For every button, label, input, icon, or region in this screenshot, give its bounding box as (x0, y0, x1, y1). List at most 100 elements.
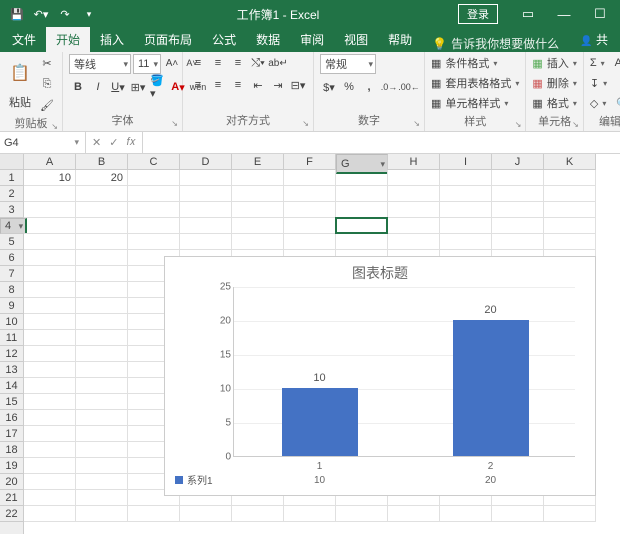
cell[interactable] (24, 410, 76, 426)
cell[interactable] (76, 314, 128, 330)
align-middle-icon[interactable]: ≡ (209, 54, 227, 72)
cell[interactable] (232, 218, 284, 234)
cell[interactable] (128, 506, 180, 522)
cell[interactable] (492, 202, 544, 218)
ribbon-options-icon[interactable]: ▭ (512, 6, 544, 22)
format-painter-icon[interactable]: 🖌 (38, 96, 56, 114)
cell[interactable] (440, 506, 492, 522)
cell[interactable] (76, 426, 128, 442)
row-header[interactable]: 19 (0, 458, 23, 474)
cell[interactable] (544, 218, 596, 234)
cell[interactable] (24, 474, 76, 490)
chart-bar[interactable]: 20 (453, 320, 529, 456)
find-icon[interactable]: 🔍 (616, 97, 620, 110)
cell[interactable] (128, 234, 180, 250)
fill-color-icon[interactable]: 🪣▾ (149, 78, 167, 96)
cell[interactable] (24, 378, 76, 394)
row-header[interactable]: 9 (0, 298, 23, 314)
cell[interactable] (24, 442, 76, 458)
cell[interactable] (24, 218, 76, 234)
cell[interactable] (24, 490, 76, 506)
cell[interactable]: 10 (24, 170, 76, 186)
cell[interactable] (76, 218, 128, 234)
increase-indent-icon[interactable]: ⇥ (269, 76, 287, 94)
cell[interactable] (24, 202, 76, 218)
share-button[interactable]: 👤 共 (574, 27, 614, 52)
chart-bar[interactable]: 10 (282, 388, 358, 456)
cell[interactable] (492, 234, 544, 250)
column-header[interactable]: H (388, 154, 440, 170)
cell[interactable] (76, 250, 128, 266)
column-header[interactable]: E (232, 154, 284, 170)
cell[interactable] (440, 186, 492, 202)
cell[interactable] (232, 202, 284, 218)
cell[interactable] (76, 410, 128, 426)
row-header[interactable]: 10 (0, 314, 23, 330)
cell[interactable] (76, 362, 128, 378)
cell[interactable] (388, 234, 440, 250)
cut-icon[interactable]: ✂ (38, 54, 56, 72)
cell[interactable] (180, 202, 232, 218)
tab-home[interactable]: 开始 (46, 27, 90, 52)
cancel-formula-icon[interactable]: ✕ (92, 136, 101, 149)
maximize-icon[interactable]: ☐ (584, 6, 616, 22)
row-header[interactable]: 16 (0, 410, 23, 426)
cell[interactable] (76, 282, 128, 298)
cell[interactable] (336, 186, 388, 202)
cell[interactable] (76, 458, 128, 474)
cell[interactable] (76, 506, 128, 522)
format-cells-button[interactable]: ▦格式▾ (532, 94, 576, 112)
cell[interactable] (180, 506, 232, 522)
cell[interactable] (388, 218, 440, 234)
cell[interactable] (440, 170, 492, 186)
row-header[interactable]: 5 (0, 234, 23, 250)
row-header[interactable]: 8 (0, 282, 23, 298)
cell[interactable] (76, 298, 128, 314)
cell[interactable] (76, 330, 128, 346)
cell[interactable] (180, 218, 232, 234)
column-header[interactable]: J (492, 154, 544, 170)
row-header[interactable]: 7 (0, 266, 23, 282)
cell[interactable] (24, 362, 76, 378)
cell[interactable] (76, 394, 128, 410)
cell[interactable] (76, 442, 128, 458)
tab-page-layout[interactable]: 页面布局 (134, 27, 202, 52)
column-header[interactable]: A (24, 154, 76, 170)
cell[interactable] (336, 202, 388, 218)
row-header[interactable]: 13 (0, 362, 23, 378)
cell[interactable] (24, 298, 76, 314)
embedded-chart[interactable]: 图表标题 0510152025 1011020220 系列1 (164, 256, 596, 496)
cell[interactable] (24, 250, 76, 266)
fill-button[interactable]: ↧▾ (590, 74, 607, 92)
paste-label[interactable]: 粘贴 (9, 94, 31, 110)
cell[interactable] (76, 378, 128, 394)
cell[interactable] (24, 330, 76, 346)
cell[interactable] (128, 186, 180, 202)
wrap-text-icon[interactable]: ab↵ (269, 54, 287, 72)
cell[interactable] (76, 186, 128, 202)
tab-review[interactable]: 审阅 (290, 27, 334, 52)
insert-cells-button[interactable]: ▦插入▾ (532, 54, 576, 72)
increase-decimal-icon[interactable]: .0→ (380, 78, 398, 96)
decrease-decimal-icon[interactable]: .00← (400, 78, 418, 96)
align-bottom-icon[interactable]: ≡ (229, 54, 247, 72)
cell[interactable] (284, 218, 336, 234)
tab-help[interactable]: 帮助 (378, 27, 422, 52)
column-header[interactable]: D (180, 154, 232, 170)
cell[interactable] (232, 186, 284, 202)
row-header[interactable]: 14 (0, 378, 23, 394)
cell[interactable] (388, 506, 440, 522)
row-header[interactable]: 1 (0, 170, 23, 186)
tab-formulas[interactable]: 公式 (202, 27, 246, 52)
cell[interactable] (544, 506, 596, 522)
bold-icon[interactable]: B (69, 78, 87, 96)
cell[interactable]: 20 (76, 170, 128, 186)
font-name-select[interactable]: 等线 (69, 54, 131, 74)
cell[interactable] (388, 186, 440, 202)
cell[interactable] (76, 202, 128, 218)
percent-icon[interactable]: % (340, 78, 358, 96)
row-header[interactable]: 3 (0, 202, 23, 218)
cell[interactable] (544, 234, 596, 250)
cell[interactable] (24, 506, 76, 522)
cell[interactable] (24, 186, 76, 202)
